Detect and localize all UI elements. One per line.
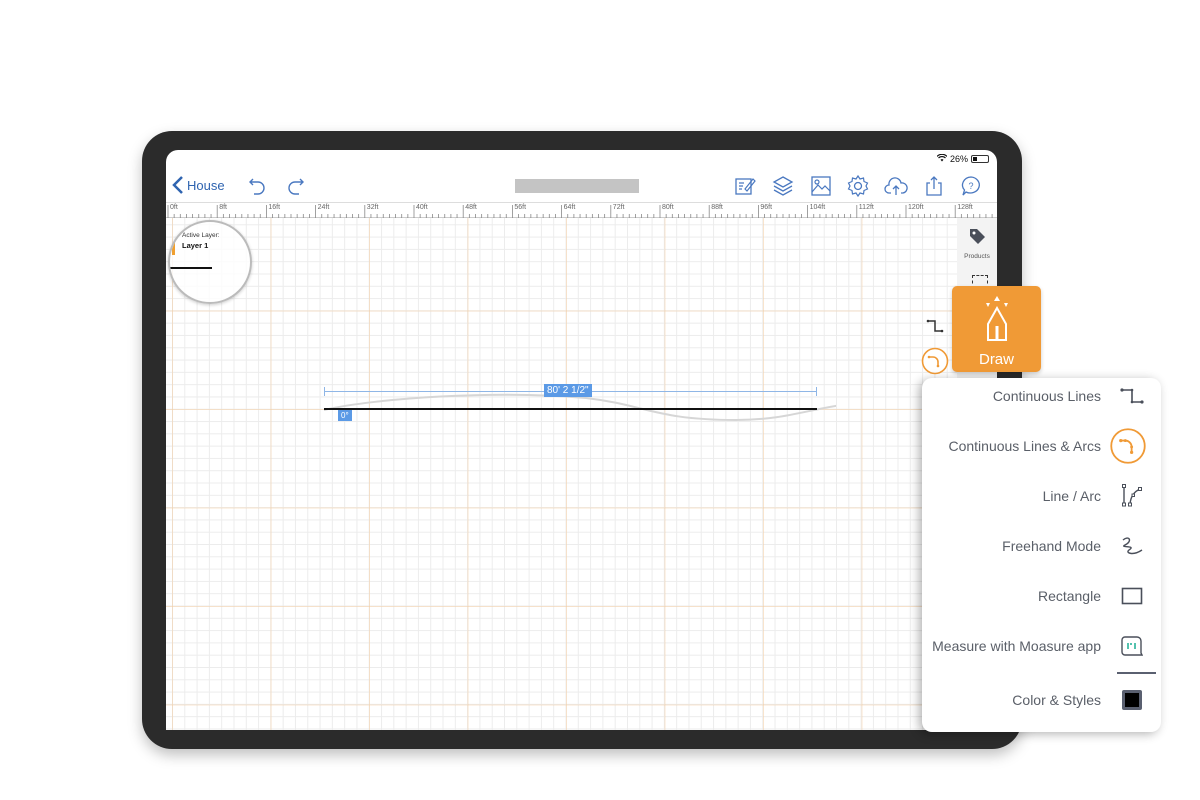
line-arc-icon bbox=[1117, 481, 1147, 511]
ruler-label: 56ft bbox=[514, 204, 527, 211]
draw-button[interactable]: Draw bbox=[952, 286, 1041, 372]
app-screen: 26% House ? 0ft 8ft 16ft 24ft 32ft 40ft 48ft 56… bbox=[166, 150, 997, 730]
angle-label: 0° bbox=[338, 410, 352, 421]
menu-item-continuous-lines[interactable]: Continuous Lines bbox=[922, 378, 1147, 414]
battery-icon bbox=[971, 155, 989, 163]
image-icon[interactable] bbox=[809, 174, 833, 198]
magnified-wall-line bbox=[170, 267, 212, 269]
back-button[interactable]: House bbox=[172, 175, 225, 195]
continuous-lines-arcs-quick-icon[interactable] bbox=[921, 347, 949, 375]
menu-item-label: Rectangle bbox=[1037, 588, 1101, 604]
ruler-label: 88ft bbox=[711, 204, 723, 211]
share-icon[interactable] bbox=[922, 174, 946, 198]
ruler-label: 48ft bbox=[465, 204, 477, 211]
back-label: House bbox=[187, 177, 225, 193]
wall-line[interactable] bbox=[324, 408, 817, 410]
ruler-label: 24ft bbox=[317, 204, 330, 211]
magnifier-loupe: Active Layer: Layer 1 bbox=[168, 220, 252, 304]
dimension-tick-start bbox=[324, 387, 325, 396]
menu-item-color-styles[interactable]: Color & Styles bbox=[922, 682, 1147, 718]
active-layer-indicator bbox=[172, 230, 175, 255]
menu-item-label: Line / Arc bbox=[1042, 488, 1101, 504]
ruler-label: 32ft bbox=[366, 204, 379, 211]
layers-icon[interactable] bbox=[771, 174, 795, 198]
rectangle-icon bbox=[1117, 581, 1147, 611]
active-layer-name: Layer 1 bbox=[182, 241, 209, 250]
ruler-label: 0ft bbox=[170, 204, 178, 211]
ruler-label: 112ft bbox=[858, 204, 874, 211]
pencil-draw-icon bbox=[985, 296, 1008, 341]
freehand-icon bbox=[1117, 531, 1147, 561]
ruler-label: 128ft bbox=[957, 204, 973, 211]
help-icon[interactable]: ? bbox=[959, 174, 983, 198]
ruler-label: 16ft bbox=[268, 204, 281, 211]
menu-item-label: Continuous Lines bbox=[992, 388, 1101, 404]
ruler-label: 120ft bbox=[908, 204, 924, 211]
menu-item-line-arc[interactable]: Line / Arc bbox=[922, 478, 1147, 514]
menu-divider bbox=[1117, 672, 1156, 674]
menu-item-moasure[interactable]: Measure with Moasure app bbox=[922, 628, 1147, 664]
draw-tools-menu: Continuous Lines Continuous Lines & Arcs… bbox=[922, 378, 1161, 732]
tag-icon bbox=[970, 229, 985, 244]
products-button[interactable]: Products bbox=[957, 222, 997, 266]
svg-text:?: ? bbox=[968, 181, 973, 191]
edit-notes-icon[interactable] bbox=[733, 174, 757, 198]
ruler-label: 72ft bbox=[612, 204, 625, 211]
continuous-lines-quick-icon[interactable] bbox=[926, 318, 944, 334]
drawing-title-placeholder[interactable] bbox=[515, 179, 639, 193]
ruler-label: 104ft bbox=[809, 204, 826, 211]
redo-icon[interactable] bbox=[283, 174, 307, 198]
horizontal-ruler: 0ft 8ft 16ft 24ft 32ft 40ft 48ft 56ft 64ft 72ft 80… bbox=[166, 202, 997, 218]
menu-item-label: Continuous Lines & Arcs bbox=[948, 438, 1101, 454]
ruler-label: 64ft bbox=[563, 204, 576, 211]
active-layer-label: Active Layer: bbox=[182, 232, 220, 239]
drawing-canvas[interactable]: Active Layer: Layer 1 bbox=[166, 218, 997, 730]
menu-item-label: Measure with Moasure app bbox=[932, 638, 1101, 654]
wifi-icon bbox=[936, 153, 948, 164]
chevron-left-icon bbox=[172, 176, 183, 194]
menu-item-label: Color & Styles bbox=[1012, 692, 1101, 708]
moasure-icon bbox=[1117, 631, 1147, 661]
products-label: Products bbox=[964, 253, 990, 260]
color-styles-icon bbox=[1117, 685, 1147, 715]
menu-item-continuous-lines-arcs[interactable]: Continuous Lines & Arcs bbox=[922, 428, 1147, 464]
settings-gear-icon[interactable] bbox=[846, 174, 870, 198]
dimension-tick-end bbox=[816, 387, 817, 396]
ruler-label: 96ft bbox=[760, 204, 773, 211]
cloud-upload-icon[interactable] bbox=[884, 174, 908, 198]
menu-item-label: Freehand Mode bbox=[1002, 538, 1101, 554]
ruler-label: 40ft bbox=[416, 204, 428, 211]
menu-item-freehand[interactable]: Freehand Mode bbox=[922, 528, 1147, 564]
dimension-label[interactable]: 80' 2 1/2" bbox=[544, 384, 592, 397]
continuous-lines-icon bbox=[1117, 381, 1147, 411]
toolbar: House ? bbox=[166, 170, 997, 202]
continuous-lines-arcs-icon bbox=[1110, 428, 1147, 464]
undo-icon[interactable] bbox=[246, 174, 270, 198]
status-bar: 26% bbox=[936, 153, 989, 164]
ruler-label: 80ft bbox=[662, 204, 674, 211]
draw-button-label: Draw bbox=[978, 351, 1014, 368]
menu-item-rectangle[interactable]: Rectangle bbox=[922, 578, 1147, 614]
ruler-label: 8ft bbox=[219, 204, 227, 211]
battery-percent: 26% bbox=[949, 154, 968, 164]
